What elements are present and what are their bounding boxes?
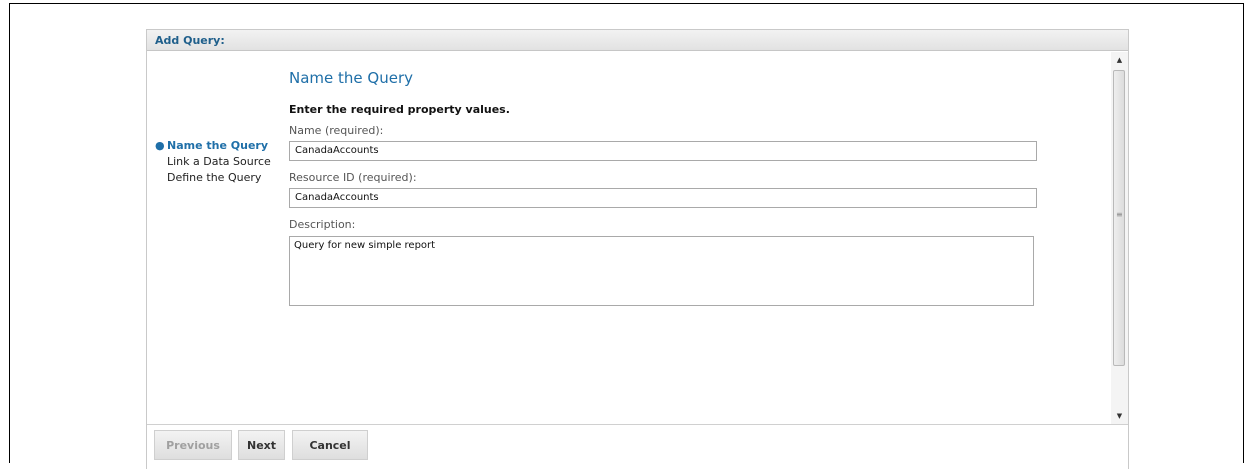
active-step-bullet-icon: ●: [155, 139, 165, 152]
scroll-grip-icon: ≡: [1116, 210, 1123, 219]
name-field[interactable]: CanadaAccounts: [289, 141, 1037, 161]
resource-id-field[interactable]: CanadaAccounts: [289, 188, 1037, 208]
dialog-body: ● Name the Query Link a Data Source Defi…: [147, 51, 1112, 424]
step-label: Define the Query: [167, 171, 262, 184]
scroll-thumb[interactable]: ≡: [1113, 70, 1125, 366]
description-field[interactable]: Query for new simple report: [289, 236, 1034, 306]
step-name-the-query[interactable]: ● Name the Query: [155, 138, 271, 154]
dialog-title: Add Query:: [147, 30, 1128, 51]
cancel-button[interactable]: Cancel: [292, 430, 368, 460]
page-title: Name the Query: [289, 69, 413, 87]
step-label: Name the Query: [167, 139, 268, 152]
name-label: Name (required):: [289, 124, 384, 137]
step-link-data-source[interactable]: Link a Data Source: [155, 154, 271, 170]
previous-button[interactable]: Previous: [154, 430, 232, 460]
resource-id-label: Resource ID (required):: [289, 171, 417, 184]
add-query-dialog: Add Query: ● Name the Query Link a Data …: [146, 29, 1129, 469]
step-label: Link a Data Source: [167, 155, 271, 168]
dialog-footer: Previous Next Cancel: [147, 424, 1128, 469]
next-button[interactable]: Next: [238, 430, 285, 460]
scroll-up-icon[interactable]: ▲: [1111, 52, 1128, 68]
step-define-the-query[interactable]: Define the Query: [155, 170, 271, 186]
vertical-scrollbar[interactable]: ▲ ≡ ▼: [1111, 52, 1128, 424]
description-label: Description:: [289, 218, 356, 231]
form-content: Name the Query Enter the required proper…: [289, 69, 1037, 306]
scroll-down-icon[interactable]: ▼: [1111, 408, 1128, 424]
instructions-text: Enter the required property values.: [289, 103, 510, 116]
wizard-steps: ● Name the Query Link a Data Source Defi…: [155, 138, 271, 186]
